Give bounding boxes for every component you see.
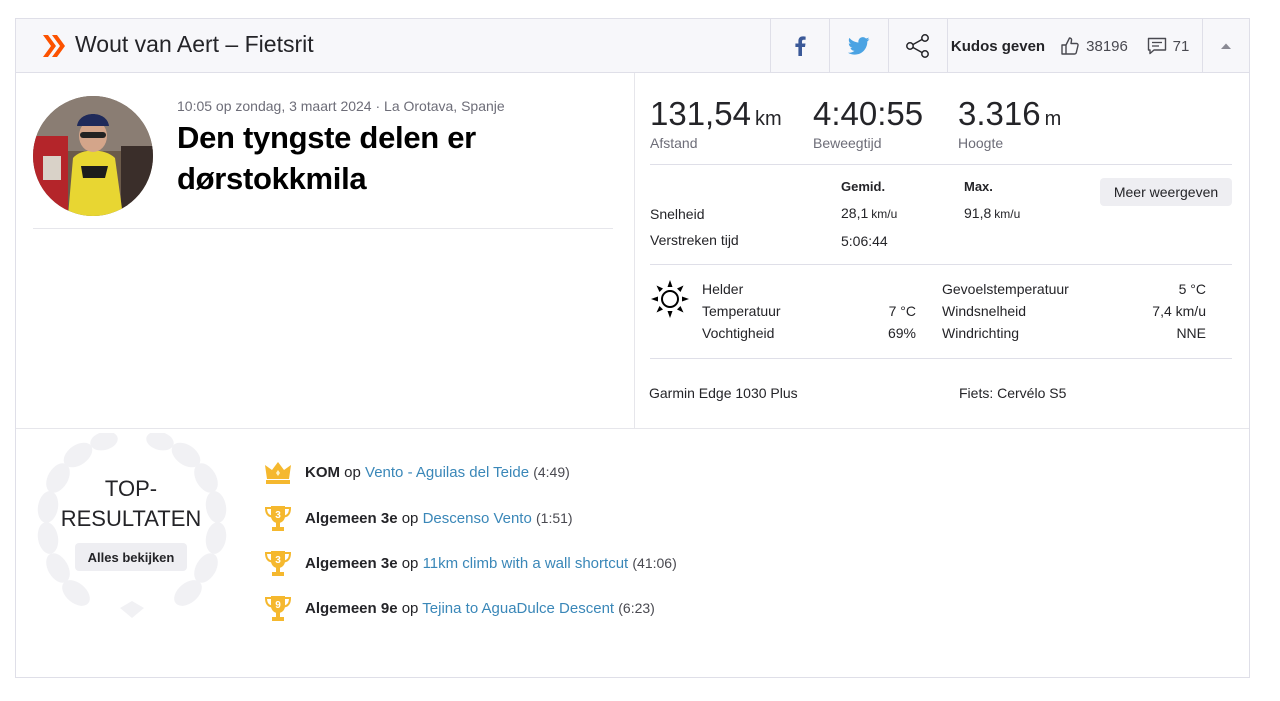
strava-logo-icon <box>43 35 65 57</box>
speed-avg: 28,1 km/u <box>841 205 898 221</box>
page-title: Wout van Aert – Fietsrit <box>75 31 314 57</box>
trophy-rank: 3 <box>275 555 281 566</box>
segment-link[interactable]: Descenso Vento <box>423 510 532 527</box>
speed-max: 91,8 km/u <box>964 205 1021 221</box>
crown-icon <box>265 462 291 484</box>
achievement-text: Algemeen 3e op 11km climb with a wall sh… <box>305 554 677 572</box>
achievement-text: KOM op Vento - Aguilas del Teide (4:49) <box>305 463 570 481</box>
elapsed-time-value: 5:06:44 <box>841 233 888 249</box>
activity-meta: 10:05 op zondag, 3 maart 2024 · La Orota… <box>177 98 505 114</box>
segment-link[interactable]: 11km climb with a wall shortcut <box>423 555 629 572</box>
sun-icon <box>651 280 689 318</box>
humidity-label: Vochtigheid <box>702 325 775 341</box>
show-more-button[interactable]: Meer weergeven <box>1100 178 1232 206</box>
trophy-rank: 9 <box>275 600 281 611</box>
facebook-icon <box>795 36 806 56</box>
divider <box>650 358 1232 359</box>
wind-speed-label: Windsnelheid <box>942 303 1027 319</box>
twitter-icon <box>848 37 870 55</box>
activity-name: Den tyngste delen er dørstokkmila <box>177 120 476 196</box>
moving-time-value: 4:40:55 <box>813 95 924 132</box>
collapse-button[interactable] <box>1202 19 1249 73</box>
segment-link[interactable]: Vento - Aguilas del Teide <box>365 464 529 481</box>
activity-header: Wout van Aert – Fietsrit Kudos geven 381… <box>16 19 1249 73</box>
achievement-text: Algemeen 3e op Descenso Vento (1:51) <box>305 509 573 527</box>
humidity-value: 69% <box>887 325 916 341</box>
divider <box>650 164 1232 165</box>
feels-like-value: 5 °C <box>1178 281 1206 297</box>
achievement-row: 3 Algemeen 3e op 11km climb with a wall … <box>263 548 677 578</box>
comment-icon <box>1147 37 1166 55</box>
achievement-row: 3 Algemeen 3e op Descenso Vento (1:51) <box>263 503 573 533</box>
elapsed-time-label: Verstreken tijd <box>650 232 739 248</box>
temperature-label: Temperatuur <box>702 303 781 319</box>
speed-label: Snelheid <box>650 206 705 222</box>
divider <box>16 428 1249 429</box>
trophy-icon: 3 <box>264 506 292 531</box>
divider <box>650 264 1232 265</box>
temperature-value: 7 °C <box>888 303 916 319</box>
distance-value: 131,54 km <box>650 95 782 132</box>
share-icon <box>906 34 929 58</box>
facebook-share-button[interactable] <box>771 19 829 73</box>
trophy-icon: 9 <box>264 596 292 621</box>
view-all-button[interactable]: Alles bekijken <box>75 543 187 571</box>
divider <box>33 228 613 229</box>
wind-speed-value: 7,4 km/u <box>1152 303 1206 319</box>
comments-button[interactable]: 71 <box>1142 19 1194 73</box>
kudos-count-button[interactable]: 38196 <box>1053 19 1135 73</box>
column-divider <box>634 73 635 429</box>
twitter-share-button[interactable] <box>830 19 888 73</box>
achievement-row: KOM op Vento - Aguilas del Teide (4:49) <box>263 457 570 487</box>
give-kudos-button[interactable]: Kudos geven <box>948 19 1048 73</box>
segment-link[interactable]: Tejina to AguaDulce Descent <box>422 600 614 617</box>
elevation-value: 3.316 m <box>958 95 1062 132</box>
moving-time-label: Beweegtijd <box>813 135 882 151</box>
top-results-title: TOP- RESULTATEN <box>60 476 202 531</box>
achievement-text: Algemeen 9e op Tejina to AguaDulce Desce… <box>305 599 655 617</box>
trophy-rank: 3 <box>275 510 281 521</box>
comment-count: 71 <box>1172 37 1190 55</box>
kudos-count: 38196 <box>1086 37 1128 55</box>
trophy-icon: 3 <box>264 551 292 576</box>
elevation-unit: m <box>1044 108 1062 130</box>
activity-card: Wout van Aert – Fietsrit Kudos geven 381… <box>15 18 1250 678</box>
device-name: Garmin Edge 1030 Plus <box>649 385 798 401</box>
distance-label: Afstand <box>650 135 698 151</box>
distance-unit: km <box>754 108 782 130</box>
share-button[interactable] <box>889 19 947 73</box>
achievement-row: 9 Algemeen 9e op Tejina to AguaDulce Des… <box>263 593 655 623</box>
athlete-avatar[interactable] <box>33 96 153 216</box>
col-header-max: Max. <box>964 179 993 194</box>
chevron-up-icon <box>1220 43 1231 49</box>
athlete-photo <box>33 96 153 216</box>
wind-direction-value: NNE <box>1176 325 1206 341</box>
elevation-label: Hoogte <box>958 135 1004 151</box>
feels-like-label: Gevoelstemperatuur <box>942 281 1069 297</box>
col-header-avg: Gemid. <box>841 179 886 194</box>
bike-name: Fiets: Cervélo S5 <box>959 385 1067 401</box>
wind-direction-label: Windrichting <box>942 325 1020 341</box>
thumbs-up-icon <box>1061 37 1079 55</box>
weather-condition: Helder <box>702 281 744 297</box>
